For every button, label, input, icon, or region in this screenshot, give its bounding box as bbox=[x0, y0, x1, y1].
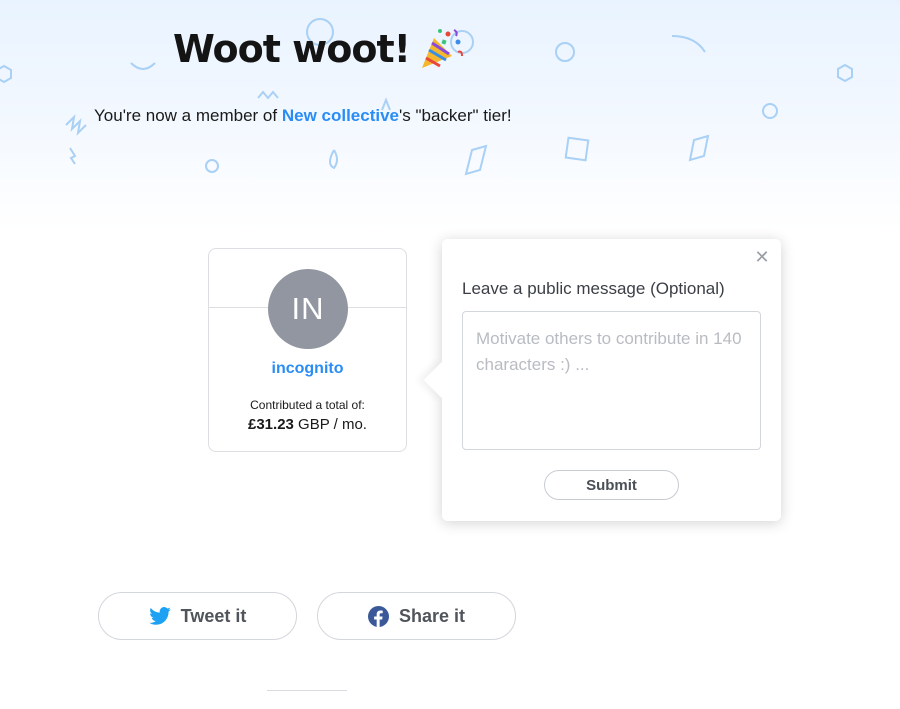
page-title: Woot woot! bbox=[173, 26, 464, 72]
popup-body: ✕ Leave a public message (Optional) Subm… bbox=[442, 239, 781, 521]
member-name-link[interactable]: incognito bbox=[209, 360, 406, 378]
close-icon[interactable]: ✕ bbox=[753, 248, 771, 266]
tweet-it-button[interactable]: Tweet it bbox=[98, 592, 297, 640]
message-label: Leave a public message (Optional) bbox=[462, 279, 725, 298]
twitter-icon bbox=[148, 607, 171, 625]
contributed-label: Contributed a total of: bbox=[250, 398, 365, 412]
collective-link[interactable]: New collective bbox=[282, 106, 399, 125]
subtitle-prefix: You're now a member of bbox=[94, 106, 282, 125]
membership-subtitle: You're now a member of New collective's … bbox=[94, 106, 512, 126]
tweet-it-label: Tweet it bbox=[180, 605, 247, 626]
public-message-popup: ✕ Leave a public message (Optional) Subm… bbox=[423, 239, 781, 521]
submit-button[interactable]: Submit bbox=[544, 470, 679, 500]
amount-value: £31.23 bbox=[248, 416, 294, 433]
subtitle-suffix: 's "backer" tier! bbox=[399, 106, 512, 125]
public-message-input[interactable] bbox=[462, 311, 761, 450]
member-card: IN incognito Contributed a total of: £31… bbox=[208, 248, 407, 452]
title-text: Woot woot! bbox=[173, 27, 411, 71]
avatar[interactable]: IN bbox=[268, 269, 348, 349]
bottom-divider bbox=[267, 690, 347, 691]
amount-suffix: GBP / mo. bbox=[293, 416, 367, 433]
facebook-icon bbox=[367, 605, 389, 627]
share-it-button[interactable]: Share it bbox=[317, 592, 516, 640]
share-it-label: Share it bbox=[398, 605, 466, 626]
party-popper-icon bbox=[418, 26, 464, 72]
contribution-amount: £31.23 GBP / mo. bbox=[209, 416, 406, 433]
